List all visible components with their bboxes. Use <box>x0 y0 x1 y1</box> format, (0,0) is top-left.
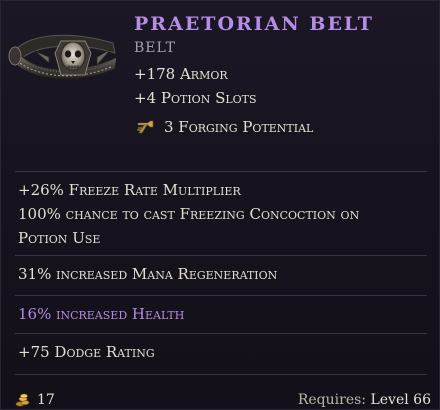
affix-line: Potion Use <box>18 229 101 247</box>
affix-line-highlighted: 16% increased Health <box>18 305 185 323</box>
requires-level: Level 66 <box>370 392 431 408</box>
affix-line: 31% increased Mana Regeneration <box>18 265 278 283</box>
affix-line: +75 Dodge Rating <box>18 343 155 361</box>
forging-potential: 3 Forging Potential <box>134 118 313 136</box>
item-tooltip: Praetorian Belt Belt +178 Armor +4 Potio… <box>0 0 440 410</box>
item-name: Praetorian Belt <box>134 13 374 35</box>
item-type: Belt <box>134 40 177 56</box>
requires-label: Requires: <box>297 392 367 408</box>
affix-line: 100% chance to cast Freezing Concoction … <box>18 205 360 223</box>
affix-block-dodge: +75 Dodge Rating <box>15 333 427 375</box>
implicit-armor: +178 Armor <box>134 65 228 83</box>
gold-value-group: 17 <box>15 392 55 408</box>
implicit-potion-slots: +4 Potion Slots <box>134 89 257 107</box>
gold-value: 17 <box>37 392 55 408</box>
hammer-icon <box>137 120 154 134</box>
gold-coin-icon <box>15 393 30 407</box>
affix-block-health: 16% increased Health <box>15 295 427 333</box>
tooltip-footer: 17 Requires: Level 66 <box>1 387 439 409</box>
affix-line: +26% Freeze Rate Multiplier <box>18 181 241 199</box>
belt-icon <box>8 34 118 80</box>
item-header: Praetorian Belt Belt +178 Armor +4 Potio… <box>1 1 439 165</box>
affix-block-freeze: +26% Freeze Rate Multiplier 100% chance … <box>15 171 427 255</box>
forging-text: 3 Forging Potential <box>164 118 314 136</box>
affix-block-mana: 31% increased Mana Regeneration <box>15 255 427 295</box>
level-requirement: Requires: Level 66 <box>298 392 431 408</box>
